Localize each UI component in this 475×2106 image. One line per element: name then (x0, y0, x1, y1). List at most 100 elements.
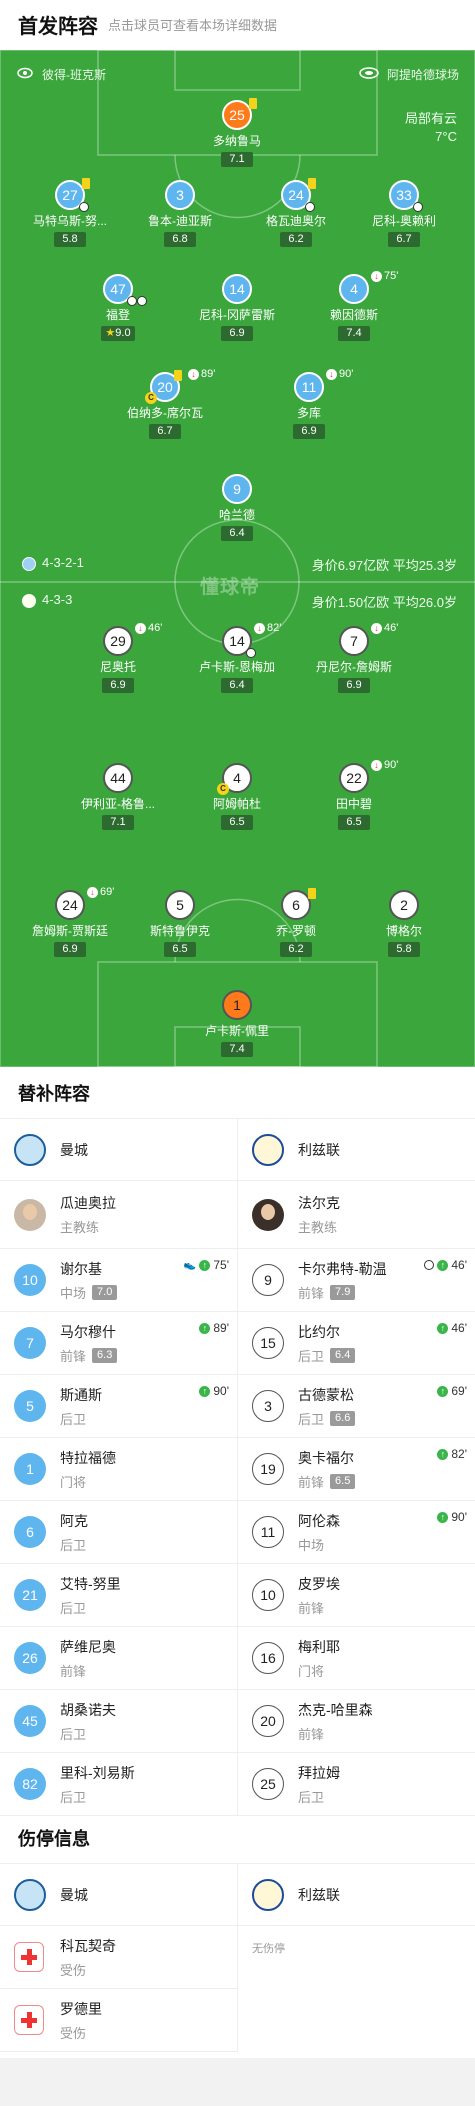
player-away-mf3[interactable]: 22 ↓ 90' 田中碧 6.5 (299, 759, 409, 830)
injury-row[interactable]: 罗德里 受伤 (0, 1989, 237, 2052)
sub-player-row[interactable]: 5 斯通斯 后卫 ↑ 90' (0, 1375, 237, 1438)
player-name: 特拉福德 (60, 1449, 116, 1466)
player-away-gk[interactable]: 1 卢卡斯-佩里 7.4 (182, 990, 292, 1057)
player-number: 45 (14, 1705, 46, 1737)
player-position: 前锋 (60, 1348, 87, 1364)
sub-player-row[interactable]: 10 皮罗埃 前锋 (238, 1564, 475, 1627)
player-rating: 6.9 (338, 678, 370, 693)
sub-player-row[interactable]: 20 杰克-哈里森 前锋 (238, 1690, 475, 1753)
player-number: 21 (14, 1579, 46, 1611)
player-number: 5 (14, 1390, 46, 1422)
away-coach-row[interactable]: 法尔克 主教练 (238, 1181, 475, 1249)
player-home-am1[interactable]: 20 C ↓ 89' 伯纳多-席尔瓦 6.7 (110, 368, 220, 439)
sub-player-row[interactable]: 15 比约尔 后卫 6.4 ↑ 46' (238, 1312, 475, 1375)
stadium-name: 阿提哈德球场 (386, 68, 459, 82)
home-coach-row[interactable]: 瓜迪奥拉 主教练 (0, 1181, 237, 1249)
player-position: 前锋 (298, 1474, 325, 1490)
player-home-mf3[interactable]: 4 ↓ 75' 赖因德斯 7.4 (299, 270, 409, 341)
player-number: 25 (222, 98, 257, 130)
sub-player-row[interactable]: 6 阿克 后卫 (0, 1501, 237, 1564)
player-name: 马尔穆什 (60, 1323, 116, 1340)
player-home-st[interactable]: 9 哈兰德 6.4 (182, 474, 292, 541)
sub-player-row[interactable]: 45 胡桑诺夫 后卫 (0, 1690, 237, 1753)
player-position: 中场 (60, 1285, 87, 1301)
away-team-row[interactable]: 利兹联 (238, 1864, 475, 1926)
player-away-cb1[interactable]: 5 斯特鲁伊克 6.5 (125, 890, 235, 957)
page-title: 首发阵容 (18, 15, 98, 38)
sub-player-row[interactable]: 26 萨维尼奥 前锋 (0, 1627, 237, 1690)
player-home-gk[interactable]: 25 多纳鲁马 7.1 (182, 98, 292, 167)
sub-player-row[interactable]: 3 古德蒙松 后卫 6.6 ↑ 69' (238, 1375, 475, 1438)
player-number: 4 ↓ 75' (339, 270, 398, 304)
player-rating: 6.4 (221, 526, 253, 541)
sub-out-icon: ↓ (371, 622, 382, 634)
sub-player-row[interactable]: 82 里科-刘易斯 后卫 (0, 1753, 237, 1816)
leeds-crest-icon (252, 1878, 284, 1911)
player-away-cb2[interactable]: 6 乔-罗顿 6.2 (241, 888, 351, 957)
away-team-row[interactable]: 利兹联 (238, 1119, 475, 1181)
sub-out-badge: ↓ 82' (254, 622, 281, 634)
player-home-am2[interactable]: 11 ↓ 90' 多库 6.9 (254, 368, 364, 439)
injury-row[interactable]: 科瓦契奇 受伤 (0, 1926, 237, 1989)
player-name: 丹尼尔-詹姆斯 (316, 660, 392, 674)
player-away-rb[interactable]: 2 博格尔 5.8 (349, 890, 459, 957)
player-number: 24 (281, 178, 316, 212)
player-position: 后卫 (60, 1537, 87, 1553)
team-name: 利兹联 (298, 1141, 340, 1158)
yellow-card-icon (308, 178, 316, 189)
player-home-cb2[interactable]: 24 格瓦迪奥尔 6.2 (241, 178, 351, 247)
player-away-fw1[interactable]: 29 ↓ 46' 尼奥托 6.9 (63, 622, 173, 693)
player-number: 11 (252, 1516, 284, 1548)
player-home-mf2[interactable]: 14 尼科-冈萨雷斯 6.9 (182, 274, 292, 341)
player-number: 4C (217, 763, 252, 795)
player-home-mf1[interactable]: 47 福登 ★9.0 (63, 274, 173, 341)
sub-player-row[interactable]: 25 拜拉姆 后卫 (238, 1753, 475, 1816)
sub-out-badge: ↓ 46' (371, 622, 398, 634)
sub-player-row[interactable]: 9 卡尔弗特-勒温 前锋 7.9 ↑ 46' (238, 1249, 475, 1312)
coach-name: 瓜迪奥拉 (60, 1195, 116, 1211)
player-number: 7 (14, 1327, 46, 1359)
injury-icon (413, 202, 423, 212)
sub-in-badge: ↑ 90' (199, 1384, 229, 1398)
player-away-fw3[interactable]: 7 ↓ 46' 丹尼尔-詹姆斯 6.9 (299, 622, 409, 693)
player-number: 10 (14, 1264, 46, 1296)
sub-player-row[interactable]: 7 马尔穆什 前锋 6.3 ↑ 89' (0, 1312, 237, 1375)
player-rating: 6.9 (293, 424, 325, 439)
player-position: 后卫 (298, 1789, 325, 1805)
sub-player-row[interactable]: 10 谢尔基 中场 7.0 👟 ↑ 75' (0, 1249, 237, 1312)
referee: 彼得-班克斯 (16, 66, 106, 83)
player-away-mf2[interactable]: 4C 阿姆帕杜 6.5 (182, 763, 292, 830)
player-away-fw2[interactable]: 14 ↓ 82' 卢卡斯-恩梅加 6.4 (182, 622, 292, 693)
player-name: 斯通斯 (60, 1386, 102, 1403)
team-name: 曼城 (60, 1886, 88, 1903)
player-name: 田中碧 (335, 797, 372, 811)
captain-icon: C (217, 783, 229, 795)
sub-out-icon: ↓ (371, 270, 382, 282)
player-number: 5 (165, 890, 195, 920)
player-home-cb1[interactable]: 3 鲁本-迪亚斯 6.8 (125, 180, 235, 247)
leeds-crest-icon (22, 594, 36, 608)
player-rating: 6.2 (280, 942, 312, 957)
player-rating: 6.6 (330, 1410, 356, 1426)
sub-player-row[interactable]: 21 艾特-努里 后卫 (0, 1564, 237, 1627)
home-team-row[interactable]: 曼城 (0, 1119, 237, 1181)
player-number: 9 (252, 1264, 284, 1296)
home-team-row[interactable]: 曼城 (0, 1864, 237, 1926)
player-position: 后卫 (298, 1411, 325, 1427)
player-away-mf1[interactable]: 44 伊利亚-格鲁... 7.1 (63, 763, 173, 830)
medical-kit-icon (14, 2005, 44, 2035)
temperature: 7°C (435, 129, 457, 144)
sub-player-row[interactable]: 16 梅利耶 门将 (238, 1627, 475, 1690)
player-number: 82 (14, 1768, 46, 1800)
injury-status: 受伤 (60, 2025, 87, 2041)
player-name: 卡尔弗特-勒温 (298, 1260, 387, 1277)
player-away-lb[interactable]: 24 ↓ 69' 詹姆斯-贾斯廷 6.9 (15, 886, 125, 957)
player-position: 前锋 (298, 1600, 325, 1616)
player-home-rb[interactable]: 27 马特乌斯-努... 5.8 (15, 178, 125, 247)
player-rating: 7.1 (221, 152, 253, 167)
sub-player-row[interactable]: 1 特拉福德 门将 (0, 1438, 237, 1501)
player-home-lb[interactable]: 33 尼科-奥赖利 6.7 (349, 180, 459, 247)
sub-out-badge: ↓ 90' (326, 368, 353, 380)
sub-player-row[interactable]: 11 阿伦森 中场 ↑ 90' (238, 1501, 475, 1564)
sub-player-row[interactable]: 19 奥卡福尔 前锋 6.5 ↑ 82' (238, 1438, 475, 1501)
